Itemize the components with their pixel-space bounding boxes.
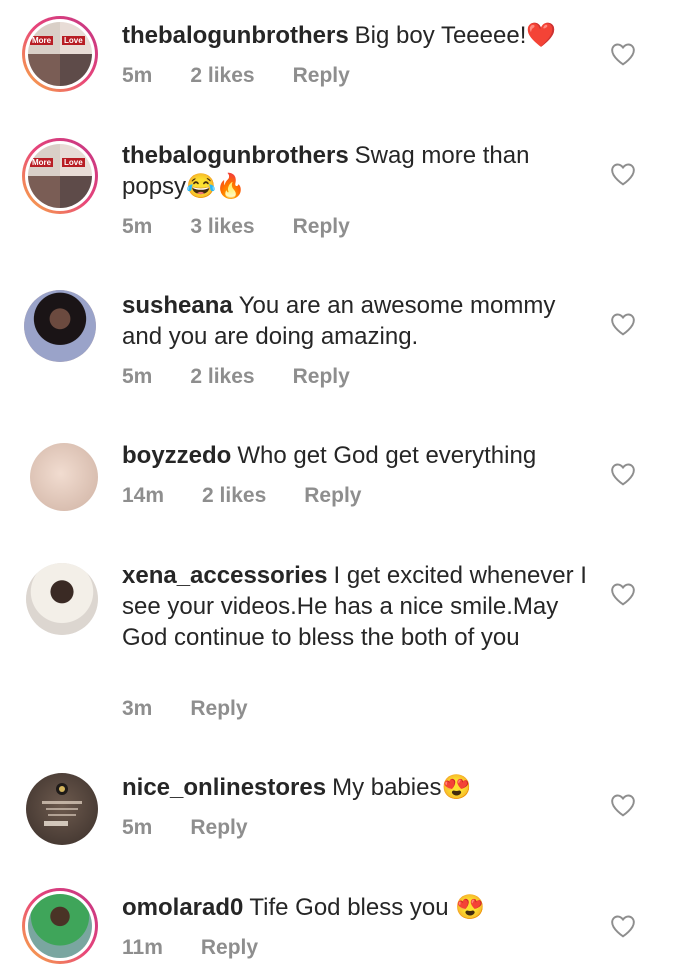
reply-button[interactable]: Reply [293, 365, 350, 389]
collage-label-love: Love [62, 36, 85, 45]
like-heart-icon[interactable] [610, 582, 636, 606]
comment-time: 5m [122, 215, 153, 238]
comment-text: omolarad0 Tife God bless you 😍 [122, 892, 592, 923]
comment-username[interactable]: omolarad0 [122, 894, 243, 921]
comment-likes[interactable]: 2 likes [190, 64, 254, 88]
comment-time: 3m [122, 697, 153, 720]
comment-body: Big boy Teeeee! [354, 22, 527, 49]
comment-text: boyzzedo Who get God get everything [122, 440, 592, 471]
comment-text: thebalogunbrothers Big boy Teeeee!❤️ [122, 20, 592, 51]
avatar[interactable] [26, 563, 98, 635]
avatar[interactable] [22, 888, 98, 964]
heart-eyes-emoji: 😍 [441, 774, 472, 801]
comment-text: thebalogunbrothers Swag more than popsy😂🔥 [122, 140, 592, 202]
like-heart-icon[interactable] [610, 312, 636, 336]
comment-likes[interactable]: 2 likes [202, 484, 266, 508]
like-heart-icon[interactable] [610, 793, 636, 817]
avatar[interactable] [24, 290, 96, 362]
heart-eyes-emoji: 😍 [455, 894, 486, 921]
avatar[interactable] [30, 443, 98, 511]
avatar[interactable]: More Love [22, 16, 98, 92]
comment-username[interactable]: susheana [122, 292, 233, 319]
store-logo-icon [42, 783, 82, 826]
comment-body: My babies [332, 774, 442, 801]
collage-label-love: Love [62, 158, 85, 167]
laugh-fire-emoji: 😂🔥 [186, 173, 246, 200]
reply-button[interactable]: Reply [304, 484, 361, 508]
comment-username[interactable]: thebalogunbrothers [122, 22, 349, 49]
reply-button[interactable]: Reply [293, 64, 350, 88]
comment-likes[interactable]: 3 likes [190, 215, 254, 239]
comment-username[interactable]: boyzzedo [122, 442, 231, 469]
comment-text: susheana You are an awesome mommy and you… [122, 290, 592, 352]
like-heart-icon[interactable] [610, 162, 636, 186]
comment-body: Who get God get everything [237, 442, 537, 469]
avatar[interactable]: More Love [22, 138, 98, 214]
collage-label-more: More [30, 36, 54, 45]
avatar[interactable] [26, 773, 98, 845]
comment-text: nice_onlinestores My babies😍 [122, 772, 592, 803]
like-heart-icon[interactable] [610, 462, 636, 486]
comment-username[interactable]: thebalogunbrothers [122, 142, 349, 169]
comment-time: 5m [122, 816, 153, 839]
reply-button[interactable]: Reply [201, 936, 258, 960]
comment-time: 5m [122, 64, 153, 87]
comment-text: xena_accessories I get excited whenever I… [122, 560, 592, 653]
reply-button[interactable]: Reply [190, 697, 247, 721]
comment-time: 14m [122, 484, 165, 507]
like-heart-icon[interactable] [610, 42, 636, 66]
heart-emoji: ❤️ [526, 22, 557, 49]
reply-button[interactable]: Reply [190, 816, 247, 840]
collage-label-more: More [30, 158, 54, 167]
comment-time: 5m [122, 365, 153, 388]
comment-likes[interactable]: 2 likes [190, 365, 254, 389]
like-heart-icon[interactable] [610, 914, 636, 938]
comment-body: Tife God bless you [249, 894, 456, 921]
comment-time: 11m [122, 936, 163, 959]
reply-button[interactable]: Reply [293, 215, 350, 239]
comment-username[interactable]: xena_accessories [122, 562, 328, 589]
comment-username[interactable]: nice_onlinestores [122, 774, 326, 801]
